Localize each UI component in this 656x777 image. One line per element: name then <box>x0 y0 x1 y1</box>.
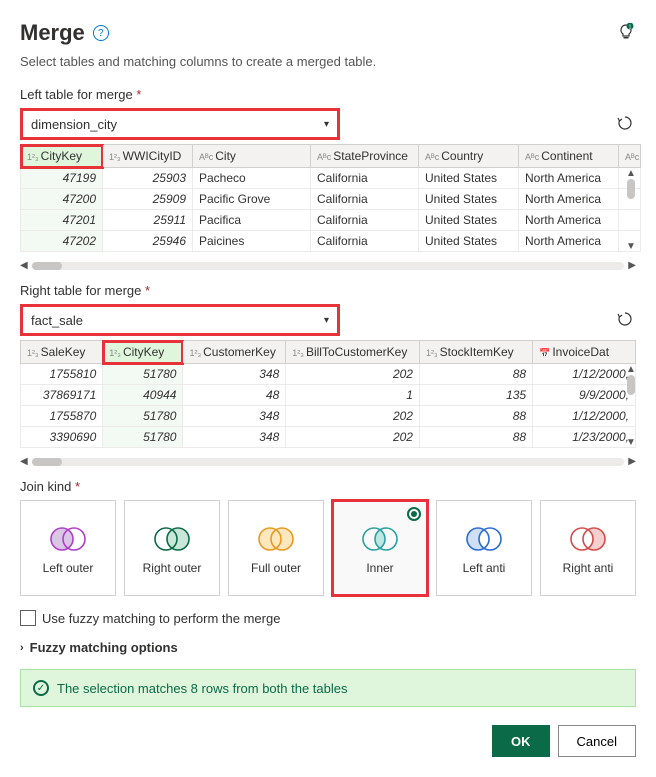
status-message: ✓ The selection matches 8 rows from both… <box>20 669 636 707</box>
left-table-label: Left table for merge * <box>20 87 636 102</box>
table-row: 4719925903PachecoCaliforniaUnited States… <box>21 168 641 189</box>
tips-icon[interactable]: 1 <box>616 23 636 43</box>
table-row: 4720025909Pacific GroveCaliforniaUnited … <box>21 189 641 210</box>
join-left-anti[interactable]: Left anti <box>436 500 532 596</box>
table-row: 175587051780348202881/12/2000, <box>21 406 636 427</box>
column-header[interactable]: 1²₃CustomerKey <box>183 341 286 364</box>
page-title: Merge <box>20 20 85 46</box>
column-header-citykey[interactable]: 1²₃CityKey <box>103 341 183 364</box>
selected-indicator-icon <box>407 507 421 521</box>
column-header-more[interactable]: Aᴮc <box>619 145 641 168</box>
table-row: 339069051780348202881/23/2000, <box>21 427 636 448</box>
table-row: 4720125911PacificaCaliforniaUnited State… <box>21 210 641 231</box>
column-header[interactable]: 1²₃BillToCustomerKey <box>286 341 420 364</box>
join-inner[interactable]: Inner <box>332 500 428 596</box>
right-table-preview: 1²₃SaleKey 1²₃CityKey 1²₃CustomerKey 1²₃… <box>20 340 636 448</box>
fuzzy-options-expander[interactable]: › Fuzzy matching options <box>20 640 636 655</box>
column-header[interactable]: 1²₃WWICityID <box>103 145 193 168</box>
column-header[interactable]: AᴮcCountry <box>419 145 519 168</box>
svg-text:1: 1 <box>629 25 632 31</box>
column-header[interactable]: AᴮcCity <box>193 145 311 168</box>
table-header-row: 1²₃SaleKey 1²₃CityKey 1²₃CustomerKey 1²₃… <box>21 341 636 364</box>
help-icon[interactable]: ? <box>93 25 109 41</box>
fuzzy-matching-checkbox[interactable]: Use fuzzy matching to perform the merge <box>20 610 636 626</box>
horizontal-scrollbar[interactable]: ◀▶ <box>20 258 636 273</box>
table-header-row: 1²₃CityKey 1²₃WWICityID AᴮcCity AᴮcState… <box>21 145 641 168</box>
refresh-right-icon[interactable] <box>616 310 636 330</box>
right-table-select[interactable]: fact_sale▾ <box>20 304 340 336</box>
column-header[interactable]: AᴮcStateProvince <box>311 145 419 168</box>
column-header[interactable]: 1²₃SaleKey <box>21 341 103 364</box>
join-right-outer[interactable]: Right outer <box>124 500 220 596</box>
refresh-left-icon[interactable] <box>616 114 636 134</box>
subtitle: Select tables and matching columns to cr… <box>20 54 636 69</box>
table-row: 175581051780348202881/12/2000, <box>21 364 636 385</box>
cancel-button[interactable]: Cancel <box>558 725 636 757</box>
vertical-scrollbar[interactable]: ▲▼ <box>624 364 638 448</box>
column-header-citykey[interactable]: 1²₃CityKey <box>21 145 103 168</box>
column-header[interactable]: 📅InvoiceDat <box>533 341 636 364</box>
column-header[interactable]: 1²₃StockItemKey <box>419 341 532 364</box>
vertical-scrollbar[interactable]: ▲▼ <box>624 168 638 252</box>
join-left-outer[interactable]: Left outer <box>20 500 116 596</box>
horizontal-scrollbar[interactable]: ◀▶ <box>20 454 636 469</box>
join-kind-label: Join kind * <box>20 479 636 494</box>
chevron-down-icon: ▾ <box>324 315 329 326</box>
join-full-outer[interactable]: Full outer <box>228 500 324 596</box>
chevron-down-icon: ▾ <box>324 119 329 130</box>
column-header[interactable]: AᴮcContinent <box>519 145 619 168</box>
checkbox-icon <box>20 610 36 626</box>
chevron-right-icon: › <box>20 642 24 654</box>
ok-button[interactable]: OK <box>492 725 550 757</box>
right-table-label: Right table for merge * <box>20 283 636 298</box>
table-row: 4720225946PaicinesCaliforniaUnited State… <box>21 231 641 252</box>
left-table-select[interactable]: dimension_city▾ <box>20 108 340 140</box>
table-row: 37869171409444811359/9/2000, <box>21 385 636 406</box>
join-right-anti[interactable]: Right anti <box>540 500 636 596</box>
success-icon: ✓ <box>33 680 49 696</box>
left-table-preview: 1²₃CityKey 1²₃WWICityID AᴮcCity AᴮcState… <box>20 144 636 252</box>
